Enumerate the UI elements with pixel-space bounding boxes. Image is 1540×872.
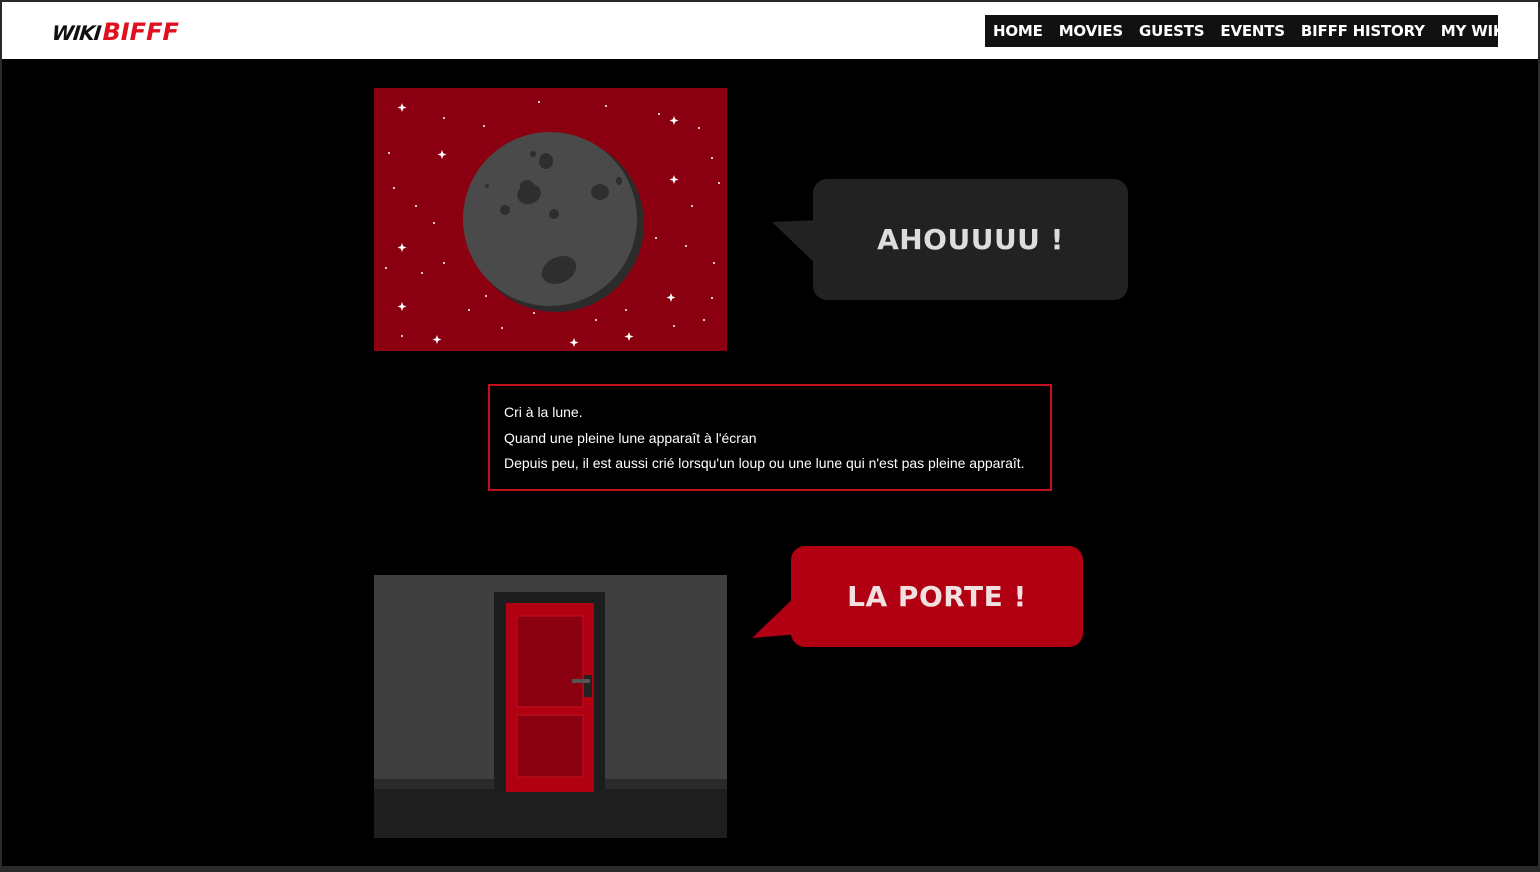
nav-home[interactable]: HOME bbox=[993, 22, 1043, 40]
logo-wiki-text: WIKI bbox=[50, 21, 102, 45]
description-line-1: Cri à la lune. bbox=[504, 404, 583, 420]
nav-my-wiki[interactable]: MY WIKI ▾ bbox=[1441, 22, 1522, 40]
description-line-2: Quand une pleine lune apparaît à l'écran bbox=[504, 429, 757, 446]
door-illustration bbox=[374, 575, 727, 838]
nav-bifff-history[interactable]: BIFFF HISTORY bbox=[1301, 22, 1425, 40]
description-box: Cri à la lune. Quand une pleine lune app… bbox=[488, 384, 1052, 491]
nav-guests[interactable]: GUESTS bbox=[1139, 22, 1205, 40]
header-bar: WIKI BIFFF HOME MOVIES GUESTS EVENTS BIF… bbox=[2, 2, 1538, 59]
door-shout-text: LA PORTE ! bbox=[847, 580, 1027, 613]
door-handle bbox=[584, 675, 592, 697]
site-logo[interactable]: WIKI BIFFF bbox=[50, 18, 179, 46]
speech-bubble-moon: AHOUUUU ! bbox=[813, 179, 1128, 300]
nav-events[interactable]: EVENTS bbox=[1220, 22, 1285, 40]
logo-bifff-text: BIFFF bbox=[102, 18, 179, 46]
chevron-down-icon: ▾ bbox=[1517, 26, 1523, 36]
nav-my-wiki-label: MY WIKI bbox=[1440, 22, 1510, 40]
speech-bubble-door: LA PORTE ! bbox=[791, 546, 1083, 647]
moon-shout-text: AHOUUUU ! bbox=[877, 223, 1064, 256]
main-nav: HOME MOVIES GUESTS EVENTS BIFFF HISTORY … bbox=[985, 15, 1522, 47]
page-frame: WIKI BIFFF HOME MOVIES GUESTS EVENTS BIF… bbox=[2, 2, 1538, 866]
nav-movies[interactable]: MOVIES bbox=[1059, 22, 1124, 40]
description-line-3: Depuis peu, il est aussi crié lorsqu'un … bbox=[504, 455, 1025, 471]
moon-illustration bbox=[374, 88, 727, 351]
